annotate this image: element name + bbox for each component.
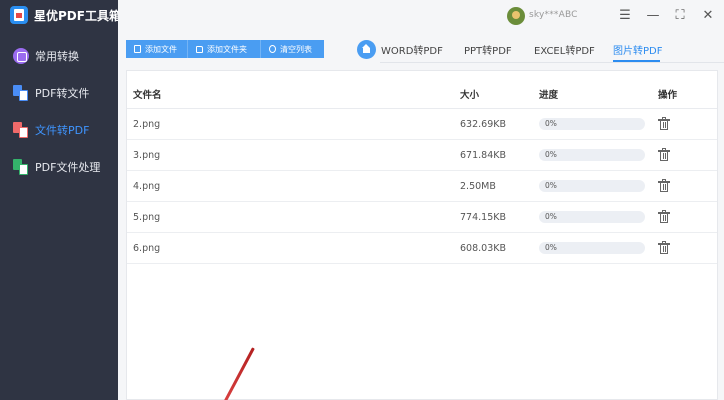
progress-text: 0% — [545, 243, 557, 252]
add-folder-button[interactable]: 添加文件夹 — [188, 40, 261, 58]
progress-bar: 0% — [539, 211, 645, 223]
add-folder-label: 添加文件夹 — [207, 44, 247, 54]
trash-icon[interactable] — [658, 148, 670, 161]
file-name: 5.png — [133, 212, 161, 223]
progress-bar: 0% — [539, 118, 645, 130]
progress-text: 0% — [545, 212, 557, 221]
header-size: 大小 — [460, 90, 480, 101]
sidebar: 星优PDF工具箱 常用转换 PDF转文件 文件转PDF PDF文件处理 — [0, 0, 121, 400]
file-name: 6.png — [133, 243, 161, 254]
tabs-divider — [380, 62, 724, 63]
table-row[interactable]: 2.png 632.69KB 0% — [127, 109, 717, 140]
file-name: 3.png — [133, 150, 161, 161]
table-row[interactable]: 5.png 774.15KB 0% — [127, 202, 717, 233]
close-icon[interactable]: ✕ — [700, 8, 716, 24]
clear-list-label: 清空列表 — [280, 44, 312, 54]
folder-icon — [196, 45, 203, 53]
app-logo: 星优PDF工具箱 — [10, 6, 121, 24]
progress-bar: 0% — [539, 180, 645, 192]
tab-excel-to-pdf[interactable]: EXCEL转PDF — [534, 42, 595, 62]
add-file-button[interactable]: 添加文件 — [126, 40, 188, 58]
menu-icon[interactable]: ☰ — [617, 8, 633, 24]
header-action: 操作 — [658, 90, 678, 101]
sidebar-item-common-convert[interactable]: 常用转换 — [0, 41, 118, 71]
file-size: 671.84KB — [460, 150, 506, 161]
file-to-pdf-icon — [13, 122, 29, 138]
file-name: 4.png — [133, 181, 161, 192]
tab-ppt-to-pdf[interactable]: PPT转PDF — [464, 42, 512, 62]
sidebar-item-label: 常用转换 — [35, 50, 79, 63]
home-icon[interactable] — [357, 40, 376, 59]
file-size: 608.03KB — [460, 243, 506, 254]
minimize-icon[interactable]: — — [645, 8, 661, 24]
tab-word-to-pdf[interactable]: WORD转PDF — [381, 42, 443, 62]
table-header: 文件名 大小 进度 操作 — [127, 71, 717, 109]
trash-icon[interactable] — [658, 241, 670, 254]
table-row[interactable]: 3.png 671.84KB 0% — [127, 140, 717, 171]
trash-icon[interactable] — [658, 117, 670, 130]
sidebar-item-pdf-to-file[interactable]: PDF转文件 — [0, 78, 118, 108]
maximize-icon[interactable]: ⛶ — [672, 8, 688, 24]
table-row[interactable]: 6.png 608.03KB 0% — [127, 233, 717, 264]
trash-icon[interactable] — [658, 210, 670, 223]
tab-image-to-pdf[interactable]: 图片转PDF — [613, 42, 662, 62]
header-name: 文件名 — [133, 90, 162, 101]
sidebar-item-label: PDF文件处理 — [35, 161, 101, 174]
clear-list-button[interactable]: 清空列表 — [261, 40, 324, 58]
trash-icon[interactable] — [658, 179, 670, 192]
sidebar-item-label: 文件转PDF — [35, 124, 90, 137]
common-convert-icon — [13, 48, 29, 64]
progress-text: 0% — [545, 119, 557, 128]
sidebar-item-label: PDF转文件 — [35, 87, 90, 100]
app-title: 星优PDF工具箱 — [34, 8, 121, 23]
header-progress: 进度 — [539, 90, 559, 101]
clear-icon — [269, 45, 276, 53]
pdf-to-file-icon — [13, 85, 29, 101]
progress-bar: 0% — [539, 242, 645, 254]
title-bar: sky***ABC ☰ — ⛶ ✕ — [118, 0, 724, 34]
sidebar-item-pdf-process[interactable]: PDF文件处理 — [0, 152, 118, 182]
progress-text: 0% — [545, 181, 557, 190]
file-size: 632.69KB — [460, 119, 506, 130]
table-row[interactable]: 4.png 2.50MB 0% — [127, 171, 717, 202]
progress-text: 0% — [545, 150, 557, 159]
username[interactable]: sky***ABC — [529, 10, 578, 20]
file-name: 2.png — [133, 119, 161, 130]
avatar[interactable] — [507, 7, 525, 25]
add-file-label: 添加文件 — [145, 44, 177, 54]
file-icon — [134, 45, 141, 53]
app-logo-icon — [10, 6, 28, 24]
progress-bar: 0% — [539, 149, 645, 161]
file-size: 774.15KB — [460, 212, 506, 223]
pdf-process-icon — [13, 159, 29, 175]
sidebar-item-file-to-pdf[interactable]: 文件转PDF — [0, 115, 118, 145]
file-list-panel: 文件名 大小 进度 操作 2.png 632.69KB 0% 3.png 671… — [126, 70, 718, 400]
file-size: 2.50MB — [460, 181, 496, 192]
